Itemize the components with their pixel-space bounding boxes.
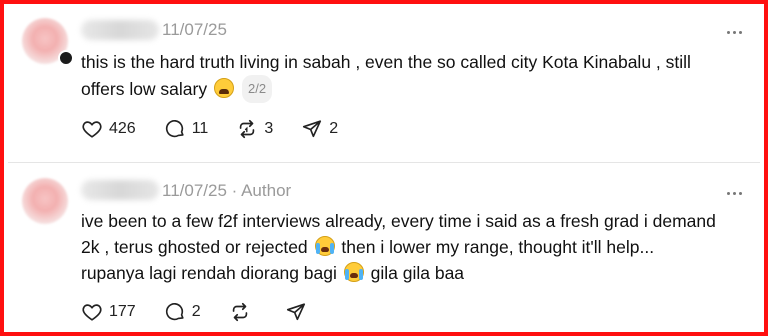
post-body: this is the hard truth living in sabah ,… [81, 49, 744, 103]
like-button[interactable]: 426 [81, 118, 136, 140]
username-redacted[interactable] [81, 180, 159, 200]
post-meta: 11/07/25 · Author [162, 181, 292, 200]
reply-button[interactable]: 2 [164, 301, 201, 323]
post-line: this is the hard truth living in sabah ,… [81, 52, 691, 72]
post-date: 11/07/25 [162, 20, 227, 39]
post-line-text: offers low salary [81, 79, 208, 99]
repost-count: 3 [264, 120, 274, 137]
send-icon [286, 303, 305, 321]
share-button[interactable] [285, 301, 313, 323]
thread-post: 11/07/25 this is the hard truth living i… [8, 8, 760, 163]
send-icon [303, 120, 322, 138]
reply-count: 11 [191, 120, 209, 137]
post-line-2: offers low salary 2/2 [81, 75, 744, 103]
comment-icon [165, 303, 184, 321]
avatar[interactable] [22, 178, 68, 224]
crying-face-icon [314, 236, 335, 256]
post-actions: 177 2 [81, 301, 341, 323]
repost-button[interactable]: 3 [236, 118, 273, 140]
post-line-text: gila gila baa [365, 263, 465, 283]
avatar-badge [58, 50, 74, 66]
thread-position-badge: 2/2 [242, 75, 273, 103]
comment-icon [165, 120, 184, 138]
repost-icon [240, 119, 255, 139]
post-date: 11/07/25 [162, 181, 227, 200]
screenshot-frame: 11/07/25 this is the hard truth living i… [0, 0, 768, 336]
post-body: ive been to a few f2f interviews already… [81, 208, 744, 286]
reply-count: 2 [191, 303, 201, 320]
post-line-text: rupanya lagi rendah diorang bagi [81, 263, 337, 283]
share-button[interactable]: 2 [301, 118, 338, 140]
thread-post: 11/07/25 · Author ive been to a few f2f … [8, 163, 760, 336]
more-icon[interactable] [724, 22, 744, 42]
post-line: ive been to a few f2f interviews already… [81, 211, 716, 231]
like-button[interactable]: 177 [81, 301, 136, 323]
post-line-text: 2k , terus ghosted or rejected [81, 237, 308, 257]
crying-face-icon [343, 262, 364, 282]
repost-button[interactable] [229, 301, 257, 323]
like-count: 426 [109, 120, 136, 137]
post-actions: 426 11 3 2 [81, 118, 366, 140]
post-line-2: 2k , terus ghosted or rejected then i lo… [81, 234, 744, 260]
weary-face-icon [214, 78, 234, 98]
heart-icon [82, 121, 102, 138]
reply-button[interactable]: 11 [164, 118, 209, 140]
share-count: 2 [329, 120, 339, 137]
like-count: 177 [109, 303, 136, 320]
author-tag: Author [241, 181, 292, 200]
username-redacted[interactable] [81, 20, 159, 40]
repost-icon [232, 302, 247, 322]
more-icon[interactable] [724, 183, 744, 203]
post-line-3: rupanya lagi rendah diorang bagi gila gi… [81, 260, 744, 286]
heart-icon [82, 304, 102, 321]
post-line-text: then i lower my range, thought it'll hel… [336, 237, 655, 257]
